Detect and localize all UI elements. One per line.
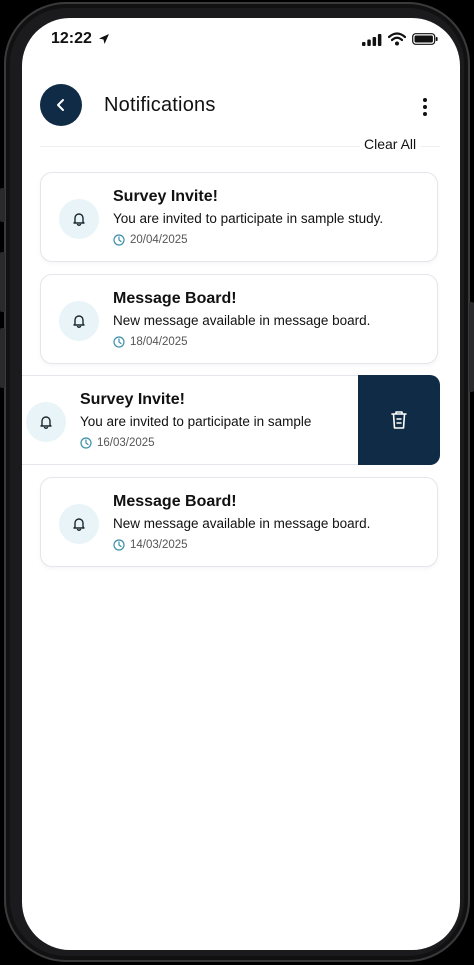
swiped-notification-row[interactable]: Survey Invite! You are invited to partic… <box>22 375 440 465</box>
bell-icon <box>73 315 85 328</box>
volume-up-button <box>0 252 5 312</box>
page-title: Notifications <box>104 94 216 116</box>
bell-icon-badge <box>59 199 99 239</box>
location-arrow-icon <box>99 34 109 44</box>
bell-icon <box>73 213 85 226</box>
trash-icon <box>391 411 407 429</box>
notification-message: You are invited to participate in sample… <box>113 211 384 226</box>
bell-icon <box>40 416 52 429</box>
notification-title: Message Board! <box>113 493 237 510</box>
volume-down-button <box>0 328 5 388</box>
kebab-menu-icon[interactable] <box>420 96 430 118</box>
notification-date-text: 20/04/2025 <box>130 234 188 246</box>
notification-card[interactable]: Survey Invite! You are invited to partic… <box>22 375 360 465</box>
notification-message: New message available in message board. <box>113 516 371 531</box>
notification-message: You are invited to participate in sample <box>80 414 312 429</box>
battery-icon <box>412 33 438 45</box>
notification-date: 16/03/2025 <box>80 437 155 449</box>
notification-date-text: 16/03/2025 <box>97 437 155 449</box>
power-button <box>469 302 474 392</box>
bell-icon-badge <box>59 301 99 341</box>
signal-icon <box>362 34 382 46</box>
phone-frame: 12:22 Notifications Clear All Survey Inv… <box>0 2 474 962</box>
notification-date: 20/04/2025 <box>113 234 188 246</box>
wifi-icon <box>388 32 406 46</box>
clock-icon <box>80 437 92 449</box>
notification-title: Message Board! <box>113 290 237 307</box>
status-bar: 12:22 <box>22 18 460 62</box>
clock-icon <box>113 336 125 348</box>
notification-date: 18/04/2025 <box>113 336 188 348</box>
mute-switch <box>0 188 5 222</box>
bell-icon <box>73 518 85 531</box>
clock-icon <box>113 539 125 551</box>
notification-card[interactable]: Message Board! New message available in … <box>40 274 438 364</box>
screen: 12:22 Notifications Clear All Survey Inv… <box>22 18 460 950</box>
notification-title: Survey Invite! <box>80 391 185 408</box>
delete-button[interactable] <box>358 375 440 465</box>
notification-message: New message available in message board. <box>113 313 371 328</box>
clear-all-button[interactable]: Clear All <box>360 136 421 152</box>
clock-icon <box>113 234 125 246</box>
notification-date-text: 14/03/2025 <box>130 539 188 551</box>
notification-date: 14/03/2025 <box>113 539 188 551</box>
notification-card[interactable]: Survey Invite! You are invited to partic… <box>40 172 438 262</box>
back-button[interactable] <box>40 84 82 126</box>
bell-icon-badge <box>26 402 66 442</box>
notification-card[interactable]: Message Board! New message available in … <box>40 477 438 567</box>
notification-date-text: 18/04/2025 <box>130 336 188 348</box>
chevron-left-icon <box>57 99 64 111</box>
notification-title: Survey Invite! <box>113 188 218 205</box>
bell-icon-badge <box>59 504 99 544</box>
status-time: 12:22 <box>51 30 92 47</box>
